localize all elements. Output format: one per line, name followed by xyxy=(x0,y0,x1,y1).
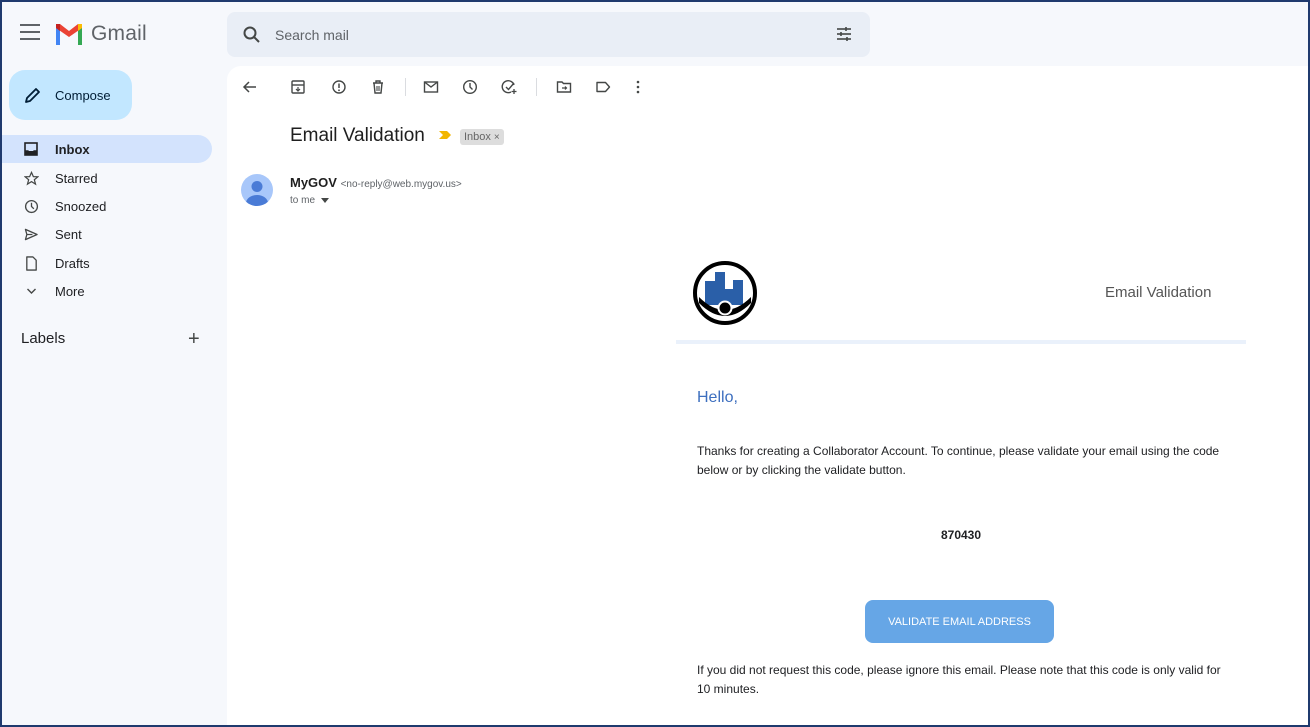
email-header-title: Email Validation xyxy=(1105,284,1212,301)
toolbar-divider xyxy=(405,78,406,96)
sidebar-item-starred[interactable]: Starred xyxy=(0,164,212,192)
sidebar-item-sent[interactable]: Sent xyxy=(0,220,212,248)
add-to-tasks-icon[interactable] xyxy=(500,78,518,96)
inbox-chip-label: Inbox xyxy=(464,131,491,143)
delete-icon[interactable] xyxy=(369,78,387,96)
more-options-icon[interactable] xyxy=(629,78,647,96)
compose-label: Compose xyxy=(55,88,111,103)
sidebar-item-more[interactable]: More xyxy=(0,277,212,305)
sidebar-item-label: Snoozed xyxy=(55,198,107,214)
footer-paragraph: If you did not request this code, please… xyxy=(697,663,1221,696)
mygov-logo xyxy=(693,261,757,325)
search-bar[interactable] xyxy=(227,12,870,57)
main-menu-icon[interactable] xyxy=(20,24,40,40)
header-divider xyxy=(676,340,1246,344)
sender-avatar xyxy=(241,174,273,206)
move-to-icon[interactable] xyxy=(555,78,573,96)
clock-icon xyxy=(23,198,39,214)
sender-info: MyGOV <no-reply@web.mygov.us> xyxy=(290,175,462,190)
sidebar-item-drafts[interactable]: Drafts xyxy=(0,249,212,277)
gmail-m-icon xyxy=(56,24,82,45)
mark-unread-icon[interactable] xyxy=(422,78,440,96)
sidebar-item-inbox[interactable]: Inbox xyxy=(0,135,212,163)
caret-down-icon xyxy=(320,198,329,203)
add-label-button[interactable]: + xyxy=(188,329,200,349)
sidebar-item-label: More xyxy=(55,283,85,299)
remove-label-icon[interactable]: × xyxy=(494,132,500,143)
back-arrow-icon[interactable] xyxy=(241,78,259,96)
archive-icon[interactable] xyxy=(289,78,307,96)
validation-code: 870430 xyxy=(940,528,982,542)
inbox-icon xyxy=(23,141,39,157)
label-icon[interactable] xyxy=(594,78,612,96)
app-name: Gmail xyxy=(91,22,147,45)
sidebar-item-label: Inbox xyxy=(55,141,90,157)
recipient-label: to me xyxy=(290,195,316,206)
validate-email-button[interactable]: VALIDATE EMAIL ADDRESS xyxy=(865,600,1054,643)
greeting: Hello, xyxy=(697,389,738,406)
search-input[interactable] xyxy=(275,22,795,48)
sender-email: <no-reply@web.mygov.us> xyxy=(340,179,462,190)
intro-paragraph: Thanks for creating a Collaborator Accou… xyxy=(697,444,1220,477)
sidebar-item-label: Drafts xyxy=(55,255,90,271)
compose-button[interactable]: Compose xyxy=(9,70,132,120)
inbox-label-chip[interactable]: Inbox × xyxy=(460,129,504,145)
send-icon xyxy=(23,226,39,242)
sidebar-item-label: Sent xyxy=(55,226,82,242)
labels-heading: Labels xyxy=(21,330,66,347)
report-spam-icon[interactable] xyxy=(330,78,348,96)
recipient-details-toggle[interactable]: to me xyxy=(290,195,329,206)
pencil-icon xyxy=(25,88,40,103)
sidebar-item-snoozed[interactable]: Snoozed xyxy=(0,192,212,220)
snooze-icon[interactable] xyxy=(461,78,479,96)
gmail-logo[interactable]: Gmail xyxy=(54,22,147,46)
search-icon[interactable] xyxy=(242,25,262,45)
sidebar-item-label: Starred xyxy=(55,170,98,186)
sender-name[interactable]: MyGOV xyxy=(290,175,337,190)
draft-icon xyxy=(23,255,39,271)
star-icon xyxy=(23,170,39,186)
important-marker-icon[interactable] xyxy=(438,130,452,140)
message-pane: Email Validation Inbox × MyGOV <no-reply@… xyxy=(227,66,1310,727)
email-subject: Email Validation xyxy=(290,125,425,146)
search-options-icon[interactable] xyxy=(835,25,853,43)
toolbar-divider xyxy=(536,78,537,96)
chevron-down-icon xyxy=(23,283,39,299)
